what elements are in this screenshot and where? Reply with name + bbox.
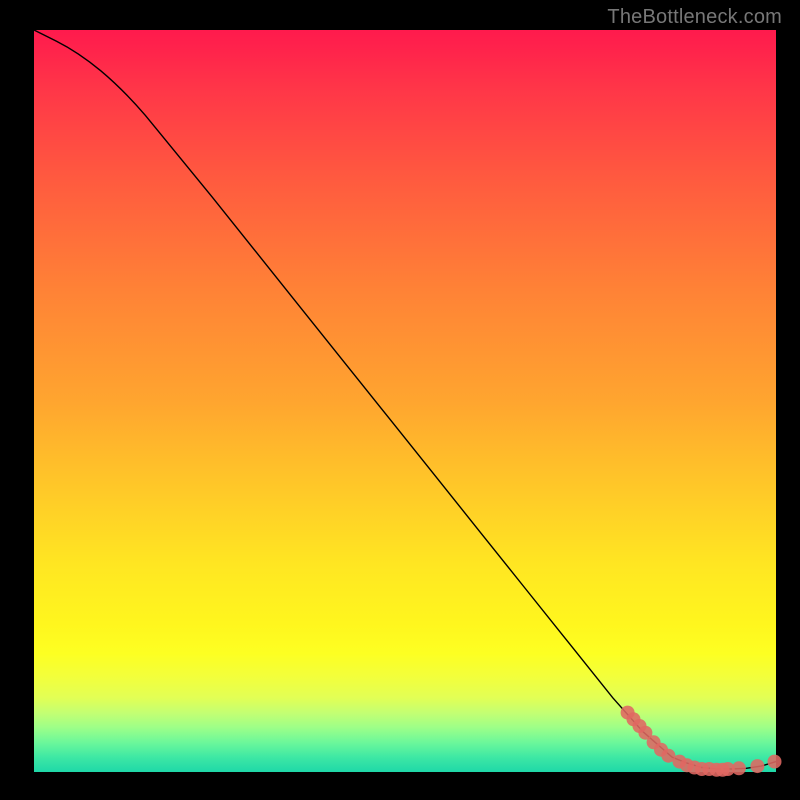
chart-marker bbox=[768, 755, 782, 769]
chart-line bbox=[34, 30, 776, 769]
chart-marker bbox=[750, 759, 764, 773]
chart-markers bbox=[621, 706, 782, 777]
chart-plot-area bbox=[34, 30, 776, 772]
attribution-text: TheBottleneck.com bbox=[607, 6, 782, 29]
chart-marker bbox=[732, 761, 746, 775]
chart-svg bbox=[34, 30, 776, 772]
